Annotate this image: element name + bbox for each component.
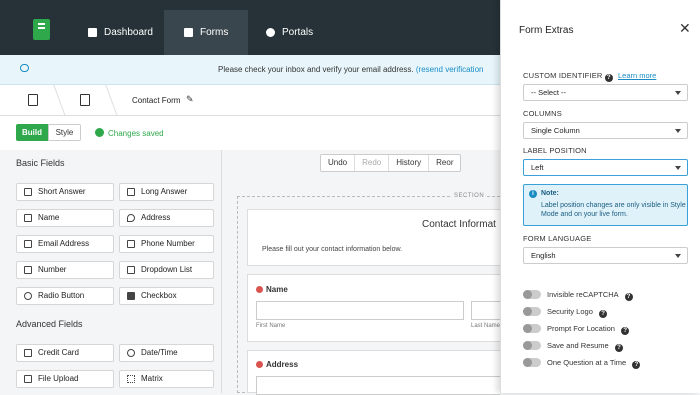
nav-dashboard[interactable]: Dashboard bbox=[88, 10, 158, 55]
info-icon: i bbox=[529, 190, 537, 198]
radio-icon bbox=[24, 292, 32, 300]
build-button[interactable]: Build bbox=[16, 124, 48, 141]
forms-icon bbox=[184, 28, 193, 37]
form-title: Contact Form bbox=[132, 96, 181, 105]
caret-down-icon bbox=[675, 129, 681, 133]
help-icon[interactable]: ? bbox=[599, 310, 608, 318]
short-answer-icon bbox=[24, 188, 32, 196]
last-name-hint: Last Name bbox=[471, 323, 501, 329]
required-icon bbox=[256, 361, 263, 368]
field-credit-card[interactable]: Credit Card bbox=[16, 344, 114, 362]
breadcrumb-separator bbox=[94, 85, 118, 116]
form-language-select[interactable]: English bbox=[523, 247, 688, 264]
field-file-upload[interactable]: File Upload bbox=[16, 370, 114, 388]
hash-icon bbox=[24, 266, 32, 274]
caret-down-icon bbox=[675, 254, 681, 258]
matrix-icon bbox=[127, 375, 135, 383]
field-email-address[interactable]: Email Address bbox=[16, 235, 114, 253]
breadcrumb-separator bbox=[42, 85, 66, 116]
form-language-label: FORM LANGUAGE bbox=[523, 234, 592, 243]
first-name-input[interactable] bbox=[256, 301, 464, 320]
check-circle-icon bbox=[95, 128, 104, 137]
address-field-label: Address bbox=[266, 360, 299, 369]
form-heading: Contact Informat bbox=[422, 219, 496, 230]
pencil-icon[interactable]: ✎ bbox=[186, 95, 195, 104]
dropdown-icon bbox=[127, 266, 135, 274]
address-input[interactable] bbox=[256, 376, 500, 395]
map-pin-icon bbox=[127, 214, 135, 222]
save-status: Changes saved bbox=[95, 128, 164, 138]
field-short-answer[interactable]: Short Answer bbox=[16, 183, 114, 201]
resend-verification-link[interactable]: (resend verification bbox=[416, 65, 484, 74]
field-number[interactable]: Number bbox=[16, 261, 114, 279]
dashboard-icon bbox=[88, 28, 97, 37]
label-position-select[interactable]: Left bbox=[523, 159, 688, 176]
caret-down-icon bbox=[675, 91, 681, 95]
form-icon[interactable] bbox=[80, 94, 90, 106]
help-icon[interactable]: ? bbox=[614, 344, 623, 352]
invisible-recaptcha-toggle[interactable] bbox=[523, 290, 541, 299]
help-icon[interactable]: ? bbox=[621, 327, 630, 335]
prompt-for-location-toggle[interactable] bbox=[523, 324, 541, 333]
phone-icon bbox=[127, 240, 135, 248]
form-description: Please fill out your contact information… bbox=[262, 246, 403, 253]
app-logo-icon[interactable] bbox=[33, 19, 50, 40]
last-name-input[interactable] bbox=[471, 301, 500, 320]
field-address[interactable]: Address bbox=[119, 209, 214, 227]
basic-fields-heading: Basic Fields bbox=[16, 158, 65, 168]
credit-card-icon bbox=[24, 349, 32, 357]
portals-icon bbox=[266, 28, 275, 37]
field-phone-number[interactable]: Phone Number bbox=[119, 235, 214, 253]
history-button[interactable]: History bbox=[389, 155, 430, 171]
file-upload-icon bbox=[24, 375, 32, 383]
learn-more-link[interactable]: Learn more bbox=[618, 71, 656, 80]
field-date-time[interactable]: Date/Time bbox=[119, 344, 214, 362]
style-button[interactable]: Style bbox=[48, 124, 81, 141]
caret-down-icon bbox=[675, 166, 681, 170]
long-answer-icon bbox=[127, 188, 135, 196]
history-toolbar: Undo Redo History Reor bbox=[320, 154, 462, 172]
help-icon[interactable]: ? bbox=[604, 74, 613, 82]
save-and-resume-toggle[interactable] bbox=[523, 341, 541, 350]
field-checkbox[interactable]: Checkbox bbox=[119, 287, 214, 305]
nav-portals[interactable]: Portals bbox=[266, 10, 326, 55]
custom-identifier-label: CUSTOM IDENTIFIER bbox=[523, 71, 603, 80]
checkbox-icon bbox=[127, 292, 135, 300]
one-question-toggle[interactable] bbox=[523, 358, 541, 367]
custom-identifier-select[interactable]: -- Select -- bbox=[523, 84, 688, 101]
notice-text: Please check your inbox and verify your … bbox=[218, 65, 416, 74]
help-icon[interactable]: ? bbox=[624, 293, 633, 301]
columns-label: COLUMNS bbox=[523, 109, 562, 118]
field-matrix[interactable]: Matrix bbox=[119, 370, 214, 388]
security-logo-toggle[interactable] bbox=[523, 307, 541, 316]
reorder-button[interactable]: Reor bbox=[429, 155, 460, 171]
form-extras-title: Form Extras bbox=[519, 25, 574, 36]
redo-button[interactable]: Redo bbox=[355, 155, 390, 171]
field-long-answer[interactable]: Long Answer bbox=[119, 183, 214, 201]
note-body: Label position changes are only visible … bbox=[541, 202, 686, 218]
columns-select[interactable]: Single Column bbox=[523, 122, 688, 139]
close-icon[interactable]: ✕ bbox=[679, 21, 691, 35]
field-name[interactable]: Name bbox=[16, 209, 114, 227]
name-field-label: Name bbox=[266, 285, 288, 294]
field-dropdown-list[interactable]: Dropdown List bbox=[119, 261, 214, 279]
section-label: SECTION bbox=[452, 193, 487, 199]
forms-list-icon[interactable] bbox=[28, 94, 38, 106]
field-radio-button[interactable]: Radio Button bbox=[16, 287, 114, 305]
first-name-hint: First Name bbox=[256, 323, 286, 329]
label-position-note: i Note: Label position changes are only … bbox=[523, 184, 688, 226]
nav-forms[interactable]: Forms bbox=[164, 10, 248, 55]
chat-bubble-icon bbox=[20, 64, 29, 72]
form-header-card[interactable] bbox=[247, 209, 500, 266]
envelope-icon bbox=[24, 240, 32, 248]
label-position-label: LABEL POSITION bbox=[523, 146, 587, 155]
required-icon bbox=[256, 286, 263, 293]
note-title: Note: bbox=[541, 190, 559, 197]
advanced-fields-heading: Advanced Fields bbox=[16, 319, 83, 329]
help-icon[interactable]: ? bbox=[632, 361, 641, 369]
clock-icon bbox=[127, 349, 135, 357]
undo-button[interactable]: Undo bbox=[321, 155, 356, 171]
person-icon bbox=[24, 214, 32, 222]
